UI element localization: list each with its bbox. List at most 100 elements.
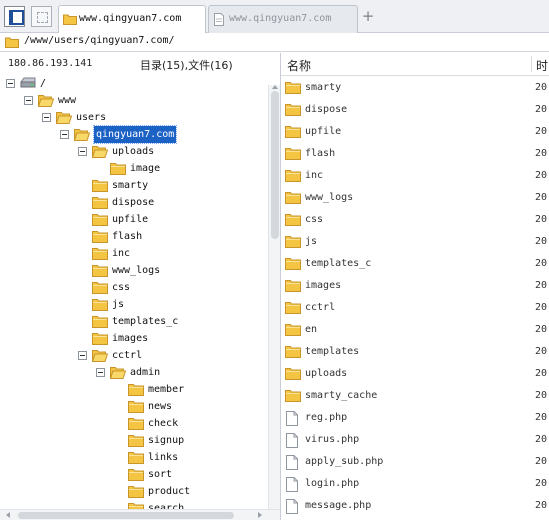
collapse-toggle-icon[interactable]	[6, 79, 15, 88]
file-name: smarty	[305, 82, 342, 93]
file-time: 20	[535, 478, 548, 489]
tree-node-label: check	[148, 418, 179, 429]
file-name: templates_c	[305, 258, 372, 269]
sidebar-toggle-icon[interactable]	[4, 6, 25, 27]
folder-icon	[63, 14, 77, 25]
folder-open-icon	[55, 111, 73, 130]
new-window-icon[interactable]	[31, 6, 52, 27]
tab-bar: www.qingyuan7.com www.qingyuan7.com +	[0, 0, 549, 34]
tree-node-label: sort	[148, 469, 173, 480]
collapse-toggle-icon[interactable]	[78, 351, 87, 360]
file-row[interactable]: images 20	[281, 275, 549, 297]
tree-node-label: flash	[112, 231, 143, 242]
column-separator[interactable]	[531, 56, 532, 72]
file-name: login.php	[305, 478, 360, 489]
scroll-thumb[interactable]	[271, 91, 279, 239]
file-row[interactable]: virus.php 20	[281, 429, 549, 451]
file-row[interactable]: js 20	[281, 231, 549, 253]
collapse-toggle-icon[interactable]	[96, 368, 105, 377]
file-row[interactable]: smarty 20	[281, 77, 549, 99]
tree-node-label: signup	[148, 435, 185, 446]
tab-active[interactable]: www.qingyuan7.com	[58, 5, 206, 34]
drive-icon	[20, 77, 36, 95]
tree-node-label: admin	[130, 367, 161, 378]
tree-node-label: search	[148, 503, 185, 509]
tree-node-label: news	[148, 401, 173, 412]
file-row[interactable]: inc 20	[281, 165, 549, 187]
file-name: uploads	[305, 368, 348, 379]
file-time: 20	[535, 104, 548, 115]
file-row[interactable]: css 20	[281, 209, 549, 231]
file-name: virus.php	[305, 434, 360, 445]
file-row[interactable]: dispose 20	[281, 99, 549, 121]
collapse-toggle-icon[interactable]	[24, 96, 33, 105]
scroll-thumb[interactable]	[18, 512, 234, 519]
tree-node-label: www_logs	[112, 265, 161, 276]
tree-horizontal-scrollbar[interactable]	[0, 509, 280, 520]
tree-node-label: css	[112, 282, 131, 293]
file-name: www_logs	[305, 192, 354, 203]
folder-open-icon	[91, 349, 109, 368]
file-row[interactable]: flash 20	[281, 143, 549, 165]
file-row[interactable]: uploads 20	[281, 363, 549, 385]
tree-node-label: /	[40, 78, 47, 89]
file-list: smarty 20 dispose 20 upfile 20 flash 20 inc 20 www…	[281, 77, 549, 520]
file-row[interactable]: cctrl 20	[281, 297, 549, 319]
file-row[interactable]: upfile 20	[281, 121, 549, 143]
file-row[interactable]: reg.php 20	[281, 407, 549, 429]
file-row[interactable]: message.php 20	[281, 495, 549, 517]
tree-vertical-scrollbar[interactable]	[268, 85, 280, 509]
file-time: 20	[535, 258, 548, 269]
tree-node-label: qingyuan7.com	[92, 125, 178, 144]
scroll-right-icon[interactable]	[258, 512, 262, 518]
scroll-up-icon[interactable]	[272, 85, 278, 89]
file-time: 20	[535, 368, 548, 379]
add-tab-icon[interactable]: +	[360, 8, 376, 24]
file-name: smarty_cache	[305, 390, 378, 401]
file-row[interactable]: www_logs 20	[281, 187, 549, 209]
file-time: 20	[535, 280, 548, 291]
collapse-toggle-icon[interactable]	[42, 113, 51, 122]
file-time: 20	[535, 126, 548, 137]
collapse-toggle-icon[interactable]	[60, 130, 69, 139]
tab-label: www.qingyuan7.com	[79, 13, 182, 24]
file-time: 20	[535, 236, 548, 247]
folder-open-icon	[73, 128, 91, 147]
file-time: 20	[535, 390, 548, 401]
folder-open-icon	[91, 145, 109, 164]
scroll-left-icon[interactable]	[6, 512, 10, 518]
address-bar[interactable]: /www/users/qingyuan7.com/	[0, 33, 549, 52]
collapse-toggle-icon[interactable]	[78, 147, 87, 156]
file-name: cctrl	[305, 302, 336, 313]
column-name[interactable]: 名称	[287, 57, 311, 74]
tree-node-label: js	[112, 299, 125, 310]
file-time: 20	[535, 170, 548, 181]
column-time[interactable]: 时	[536, 57, 548, 74]
file-row[interactable]: templates 20	[281, 341, 549, 363]
file-time: 20	[535, 412, 548, 423]
file-name: upfile	[305, 126, 342, 137]
tree-node-label: upfile	[112, 214, 149, 225]
tree-node-label: uploads	[112, 146, 155, 157]
tree-node-label: cctrl	[112, 350, 143, 361]
file-time: 20	[535, 456, 548, 467]
file-time: 20	[535, 82, 548, 93]
server-info: 180.86.193.141 目录(15),文件(16)	[0, 53, 280, 75]
file-name: inc	[305, 170, 324, 181]
folder-tree: / www users qingyuan7.com uploads image smarty…	[0, 75, 268, 509]
tree-node-label: dispose	[112, 197, 155, 208]
file-name: dispose	[305, 104, 348, 115]
file-row[interactable]: templates_c 20	[281, 253, 549, 275]
folder-open-icon	[37, 94, 55, 113]
file-name: images	[305, 280, 342, 291]
file-row[interactable]: login.php 20	[281, 473, 549, 495]
tab-inactive[interactable]: www.qingyuan7.com	[208, 5, 358, 33]
file-name: templates	[305, 346, 360, 357]
file-row[interactable]: en 20	[281, 319, 549, 341]
file-row[interactable]: smarty_cache 20	[281, 385, 549, 407]
file-row[interactable]: apply_sub.php 20	[281, 451, 549, 473]
file-time: 20	[535, 302, 548, 313]
address-path: /www/users/qingyuan7.com/	[24, 35, 175, 46]
tree-node-label: users	[76, 112, 107, 123]
file-name: reg.php	[305, 412, 348, 423]
